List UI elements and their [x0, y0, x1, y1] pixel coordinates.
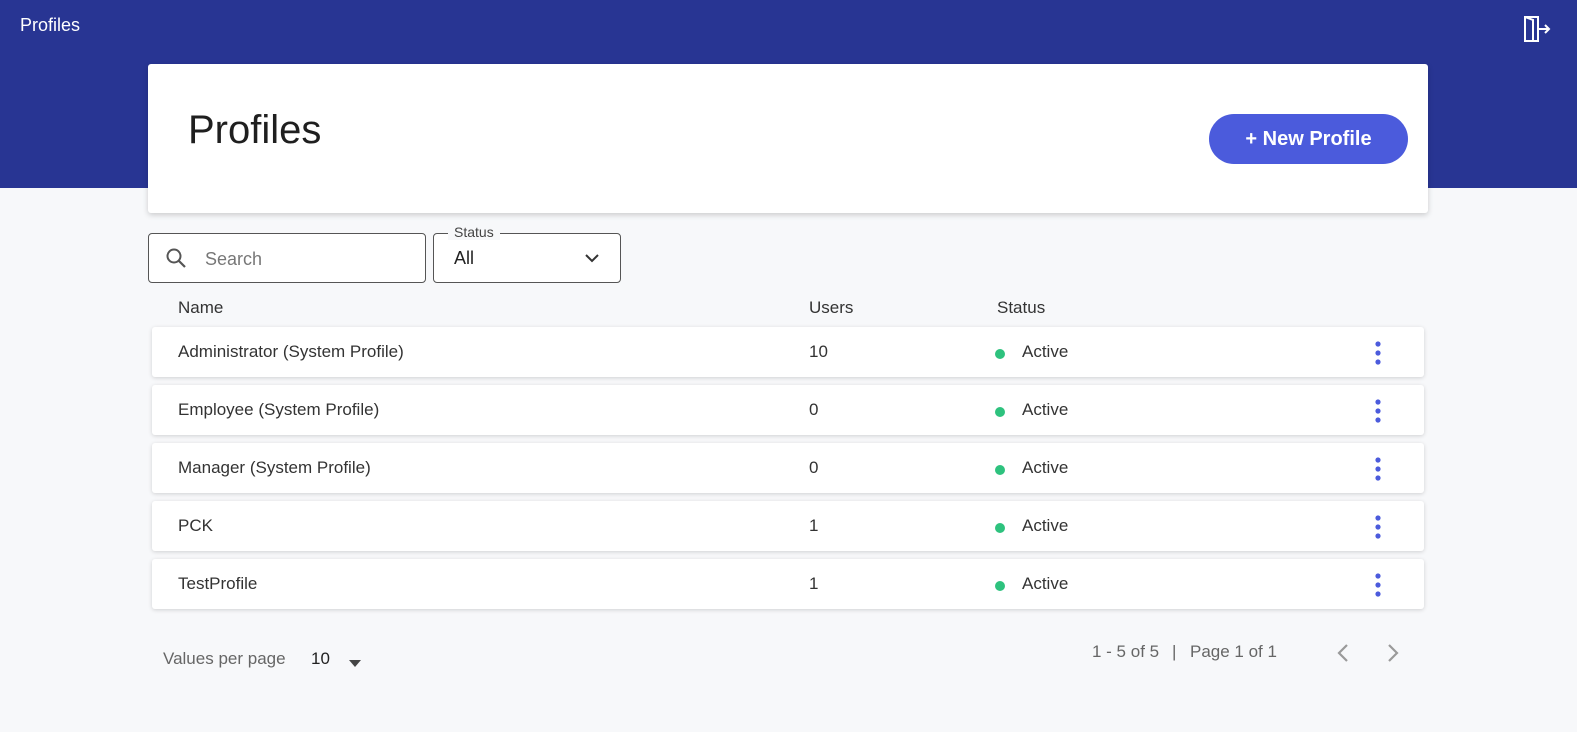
- page-header-card: Profiles + New Profile: [148, 64, 1428, 213]
- profile-users: 0: [809, 458, 819, 477]
- pagination-page-info: Page 1 of 1: [1190, 642, 1277, 661]
- more-options-icon[interactable]: [1370, 572, 1386, 598]
- profile-status: Active: [1022, 400, 1069, 419]
- caret-down-icon: [349, 655, 361, 667]
- values-per-page-select[interactable]: 10: [311, 646, 371, 672]
- more-options-icon[interactable]: [1370, 456, 1386, 482]
- table-row[interactable]: Employee (System Profile) 0 Active: [152, 385, 1424, 435]
- status-dot: [995, 581, 1005, 591]
- more-options-icon[interactable]: [1370, 514, 1386, 540]
- column-header-status[interactable]: Status: [997, 298, 1045, 318]
- table-row[interactable]: Administrator (System Profile) 10 Active: [152, 327, 1424, 377]
- search-box[interactable]: [148, 233, 426, 283]
- next-page-button[interactable]: [1382, 640, 1404, 666]
- app-title: Profiles: [20, 15, 81, 35]
- status-filter-label: Status: [448, 224, 500, 240]
- previous-page-button[interactable]: [1332, 640, 1354, 666]
- values-per-page-value: 10: [311, 649, 330, 668]
- profile-users: 1: [809, 516, 819, 535]
- search-icon: [165, 247, 187, 269]
- profile-users: 10: [809, 342, 828, 361]
- page-title: Profiles: [188, 108, 322, 152]
- profile-name: Administrator (System Profile): [178, 342, 404, 361]
- new-profile-button[interactable]: + New Profile: [1209, 114, 1408, 164]
- status-dot: [995, 349, 1005, 359]
- table-row[interactable]: Manager (System Profile) 0 Active: [152, 443, 1424, 493]
- profile-users: 0: [809, 400, 819, 419]
- profile-name: PCK: [178, 516, 213, 535]
- more-options-icon[interactable]: [1370, 340, 1386, 366]
- profile-users: 1: [809, 574, 819, 593]
- pagination-separator: |: [1172, 642, 1177, 661]
- status-dot: [995, 465, 1005, 475]
- column-header-users[interactable]: Users: [809, 298, 853, 318]
- status-filter-value: All: [454, 248, 475, 268]
- status-filter-select[interactable]: Status All: [433, 224, 621, 283]
- profile-name: Manager (System Profile): [178, 458, 371, 477]
- chevron-down-icon: [584, 250, 600, 266]
- status-dot: [995, 523, 1005, 533]
- logout-icon[interactable]: [1522, 14, 1552, 44]
- table-row[interactable]: PCK 1 Active: [152, 501, 1424, 551]
- status-dot: [995, 407, 1005, 417]
- more-options-icon[interactable]: [1370, 398, 1386, 424]
- profile-name: Employee (System Profile): [178, 400, 380, 419]
- values-per-page-label: Values per page: [163, 649, 286, 668]
- profile-status: Active: [1022, 574, 1069, 593]
- column-header-name[interactable]: Name: [178, 298, 223, 318]
- profile-status: Active: [1022, 458, 1069, 477]
- profile-status: Active: [1022, 342, 1069, 361]
- profile-name: TestProfile: [178, 574, 258, 593]
- profile-status: Active: [1022, 516, 1069, 535]
- table-row[interactable]: TestProfile 1 Active: [152, 559, 1424, 609]
- search-input[interactable]: [203, 246, 417, 272]
- pagination-range: 1 - 5 of 5: [1092, 642, 1160, 661]
